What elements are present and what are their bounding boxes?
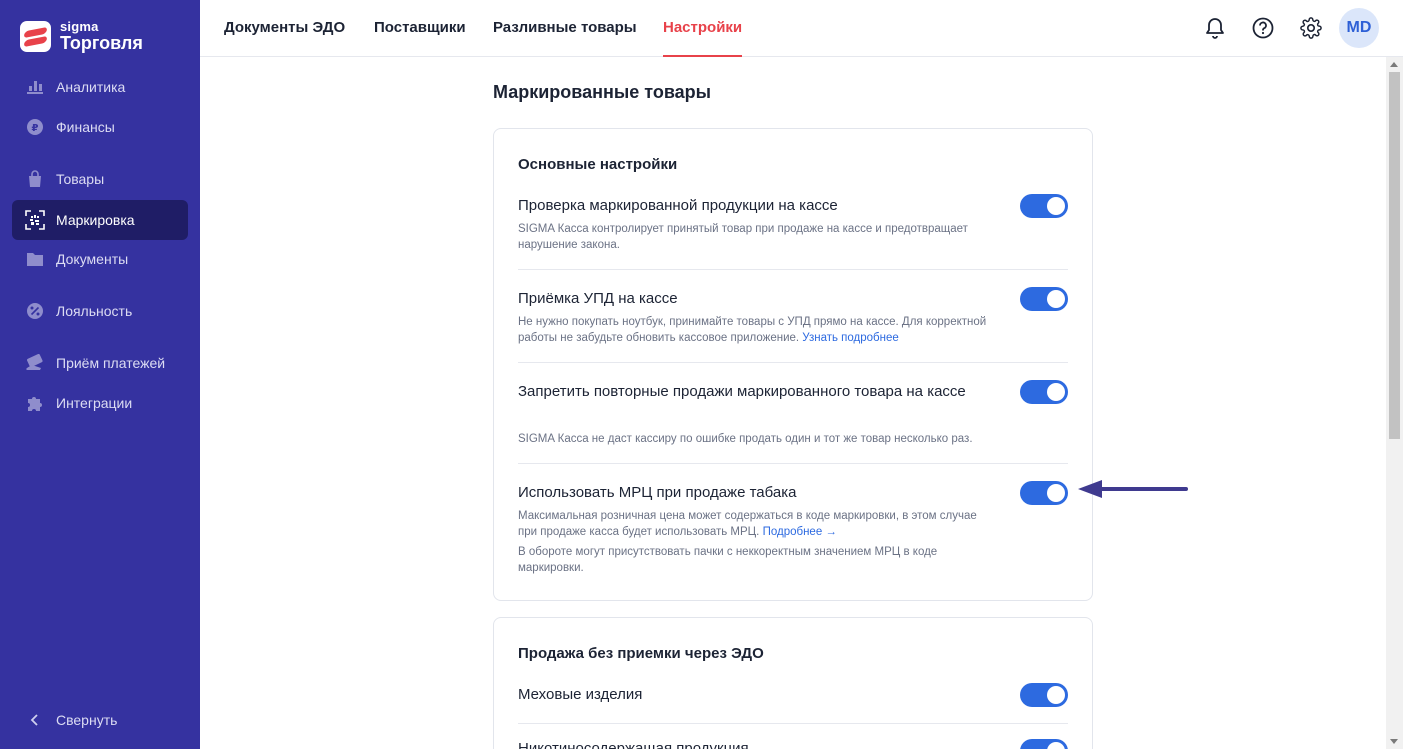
shopping-bag-icon xyxy=(25,169,45,189)
sale-without-edo-card: Продажа без приемки через ЭДО Меховые из… xyxy=(493,617,1093,749)
main-settings-card: Основные настройки Проверка маркированно… xyxy=(493,128,1093,601)
brand-big: Торговля xyxy=(60,33,143,53)
help-icon[interactable] xyxy=(1249,14,1277,42)
divider xyxy=(518,723,1068,724)
annotation-arrow-icon xyxy=(1078,480,1188,498)
setting-title: Меховые изделия xyxy=(518,686,643,703)
section-title: Основные настройки xyxy=(518,156,678,173)
setting-description-text: Максимальная розничная цена может содерж… xyxy=(518,510,977,538)
sidebar-item-label: Интеграции xyxy=(56,395,133,411)
tab-edo-documents[interactable]: Документы ЭДО xyxy=(224,0,345,57)
toggle-block-repeat-sales[interactable] xyxy=(1020,380,1068,404)
bar-chart-icon xyxy=(25,77,45,97)
setting-description-text: Не нужно покупать ноутбук, принимайте то… xyxy=(518,316,987,344)
toggle-knob xyxy=(1047,290,1065,308)
datamatrix-scan-icon xyxy=(25,210,45,230)
learn-more-link[interactable]: Узнать подробнее xyxy=(802,332,898,344)
scroll-thumb[interactable] xyxy=(1389,72,1400,439)
brand-small: sigma xyxy=(60,19,99,34)
tab-settings[interactable]: Настройки xyxy=(663,0,743,57)
setting-description: SIGMA Касса контролирует принятый товар … xyxy=(518,223,968,251)
setting-title: Использовать МРЦ при продаже табака xyxy=(518,484,797,501)
toggle-knob xyxy=(1047,484,1065,502)
toggle-upd-acceptance[interactable] xyxy=(1020,287,1068,311)
toggle-check-marked-products[interactable] xyxy=(1020,194,1068,218)
sidebar-item-label: Маркировка xyxy=(56,212,135,228)
setting-title: Проверка маркированной продукции на касс… xyxy=(518,197,838,214)
sidebar-item-label: Финансы xyxy=(56,119,115,135)
setting-description: Максимальная розничная цена может содерж… xyxy=(518,508,998,540)
toggle-knob xyxy=(1047,686,1065,704)
scroll-down-icon[interactable] xyxy=(1390,739,1398,744)
sidebar: sigma Торговля Аналитика ₽ Финансы Товар… xyxy=(0,0,200,749)
sidebar-item-documents[interactable]: Документы xyxy=(12,239,188,279)
sidebar-item-label: Товары xyxy=(56,171,105,187)
sidebar-item-goods[interactable]: Товары xyxy=(12,159,188,199)
sidebar-item-marking[interactable]: Маркировка xyxy=(12,200,188,240)
sidebar-item-payments[interactable]: Приём платежей xyxy=(12,343,188,383)
sidebar-item-finance[interactable]: ₽ Финансы xyxy=(12,107,188,147)
sidebar-item-loyalty[interactable]: Лояльность xyxy=(12,291,188,331)
card-payment-icon xyxy=(25,353,45,373)
setting-description: Не нужно покупать ноутбук, принимайте то… xyxy=(518,314,998,346)
puzzle-icon xyxy=(25,393,45,413)
toggle-use-mrp-tobacco[interactable] xyxy=(1020,481,1068,505)
sigma-logo-icon xyxy=(20,20,51,52)
divider xyxy=(518,269,1068,270)
toggle-knob xyxy=(1047,383,1065,401)
toggle-knob xyxy=(1047,197,1065,215)
folder-icon xyxy=(25,249,45,269)
tab-draft-goods[interactable]: Разливные товары xyxy=(493,0,637,57)
page-scrollbar[interactable] xyxy=(1386,57,1403,749)
collapse-label: Свернуть xyxy=(56,712,118,728)
page-title: Маркированные товары xyxy=(493,82,712,102)
chevron-left-icon xyxy=(25,710,45,730)
sidebar-item-analytics[interactable]: Аналитика xyxy=(12,67,188,107)
divider xyxy=(518,463,1068,464)
setting-title: Запретить повторные продажи маркированно… xyxy=(518,383,966,400)
percent-badge-icon xyxy=(25,301,45,321)
setting-note: В обороте могут присутствовать пачки с н… xyxy=(518,546,938,574)
sidebar-item-label: Аналитика xyxy=(56,79,126,95)
toggle-nicotine-products[interactable] xyxy=(1020,739,1068,749)
sidebar-item-label: Лояльность xyxy=(56,303,133,319)
tab-suppliers[interactable]: Поставщики xyxy=(374,0,466,57)
more-details-link[interactable]: Подробнее → xyxy=(763,526,837,538)
scroll-up-icon[interactable] xyxy=(1390,62,1398,67)
sidebar-item-label: Документы xyxy=(56,251,129,267)
collapse-sidebar-button[interactable]: Свернуть xyxy=(12,700,188,740)
setting-description: SIGMA Касса не даст кассиру по ошибке пр… xyxy=(518,433,973,445)
sidebar-item-integrations[interactable]: Интеграции xyxy=(12,383,188,423)
divider xyxy=(518,362,1068,363)
bell-icon[interactable] xyxy=(1201,14,1229,42)
sidebar-item-label: Приём платежей xyxy=(56,355,166,371)
avatar[interactable]: MD xyxy=(1339,8,1379,48)
ruble-coin-icon: ₽ xyxy=(25,117,45,137)
toggle-fur-products[interactable] xyxy=(1020,683,1068,707)
setting-title: Приёмка УПД на кассе xyxy=(518,290,678,307)
svg-text:₽: ₽ xyxy=(32,123,39,134)
brand-logo[interactable]: sigma Торговля xyxy=(20,16,143,56)
gear-icon[interactable] xyxy=(1297,14,1325,42)
setting-title: Никотиносодержащая продукция xyxy=(518,740,749,749)
toggle-knob xyxy=(1047,742,1065,749)
section-title: Продажа без приемки через ЭДО xyxy=(518,645,764,662)
top-navigation: Документы ЭДО Поставщики Разливные товар… xyxy=(200,0,1403,57)
